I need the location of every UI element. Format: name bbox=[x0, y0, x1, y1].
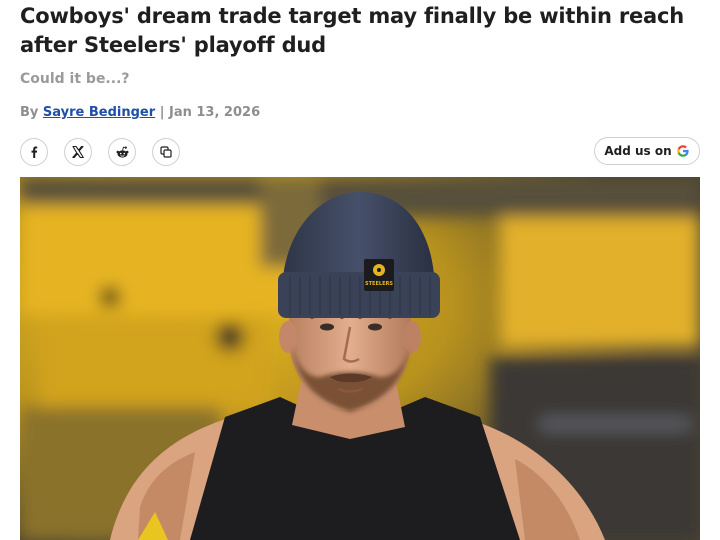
x-icon bbox=[72, 145, 84, 159]
share-facebook-button[interactable] bbox=[20, 138, 48, 166]
add-us-label: Add us on bbox=[604, 144, 672, 158]
hat-patch-text: STEELERS bbox=[365, 281, 393, 287]
player-photo: STEELERS bbox=[20, 177, 700, 540]
author-link[interactable]: Sayre Bedinger bbox=[43, 105, 155, 120]
reddit-icon bbox=[116, 146, 128, 158]
facebook-icon bbox=[31, 146, 38, 158]
share-bar bbox=[20, 138, 180, 166]
share-reddit-button[interactable] bbox=[108, 138, 136, 166]
add-us-on-google-button[interactable]: Add us on bbox=[594, 137, 700, 165]
byline-separator: | bbox=[159, 105, 165, 120]
share-x-button[interactable] bbox=[64, 138, 92, 166]
byline: By Sayre Bedinger | Jan 13, 2026 bbox=[20, 105, 260, 120]
article: Cowboys' dream trade target may finally … bbox=[0, 0, 720, 540]
copy-link-icon bbox=[160, 146, 172, 158]
publish-date: Jan 13, 2026 bbox=[168, 105, 261, 120]
copy-link-button[interactable] bbox=[152, 138, 180, 166]
headline: Cowboys' dream trade target may finally … bbox=[20, 4, 685, 57]
dek: Could it be...? bbox=[20, 71, 130, 87]
google-icon bbox=[676, 145, 689, 157]
byline-prefix: By bbox=[20, 105, 39, 120]
hero-image: STEELERS bbox=[20, 177, 700, 540]
